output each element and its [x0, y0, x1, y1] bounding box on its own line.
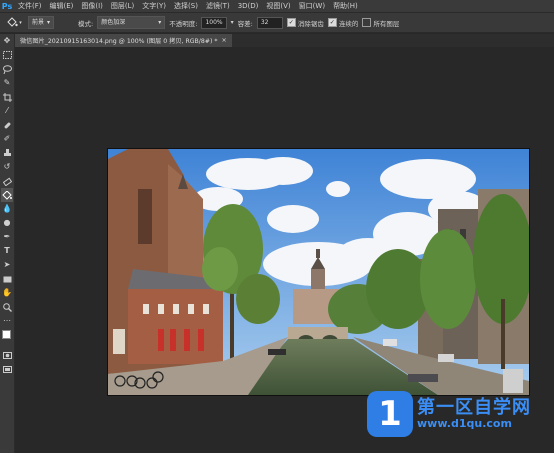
pen-tool-icon[interactable]: ✒: [1, 230, 13, 244]
tolerance-label: 容差:: [237, 19, 253, 28]
paint-bucket-tool-icon[interactable]: [1, 188, 13, 202]
marquee-tool-icon[interactable]: [1, 48, 13, 62]
all-layers-checkbox[interactable]: [362, 18, 372, 27]
quick-mask-icon[interactable]: [1, 348, 13, 362]
menu-edit[interactable]: 编辑(E): [46, 1, 78, 11]
path-selection-tool-icon[interactable]: ➤: [1, 258, 13, 272]
fill-source-select[interactable]: 前景 ▾: [28, 16, 55, 29]
menu-select[interactable]: 选择(S): [170, 1, 202, 11]
menu-type[interactable]: 文字(Y): [138, 1, 170, 11]
clone-stamp-tool-icon[interactable]: [1, 146, 13, 160]
antialias-option[interactable]: ✓ 消除锯齿: [286, 18, 324, 28]
menu-image[interactable]: 图像(I): [77, 1, 107, 11]
amsterdam-canal-photo: [108, 149, 529, 395]
menu-file[interactable]: 文件(F): [14, 1, 46, 11]
history-brush-tool-icon[interactable]: ↺: [1, 160, 13, 174]
document-tab-title: 微信图片_20210915163014.png @ 100% (图层 0 拷贝,…: [20, 38, 218, 45]
blend-mode-value: 颜色加深: [101, 19, 126, 26]
document-tab[interactable]: 微信图片_20210915163014.png @ 100% (图层 0 拷贝,…: [15, 34, 232, 47]
rectangle-tool-icon[interactable]: [1, 272, 13, 286]
contiguous-label: 连续的: [338, 19, 359, 28]
options-bar: ▾ 前景 ▾ 模式: 颜色加深 ▾ 不透明度: 100% ▾ 容差: 32 ✓ …: [0, 12, 554, 33]
chevron-down-icon[interactable]: ▾: [231, 19, 234, 26]
crop-tool-icon[interactable]: [1, 90, 13, 104]
quick-selection-tool-icon[interactable]: ✎: [1, 76, 13, 90]
more-tools-icon[interactable]: ⋯: [1, 314, 13, 328]
screen-mode-icon[interactable]: [1, 362, 13, 376]
paint-bucket-tool-preset-icon[interactable]: ▾: [4, 16, 24, 30]
menu-3d[interactable]: 3D(D): [234, 2, 263, 10]
watermark: 1 第一区自学网 www.d1qu.com: [367, 391, 531, 437]
opacity-input[interactable]: 100%: [201, 16, 227, 29]
menu-view[interactable]: 视图(V): [262, 1, 294, 11]
photoshop-logo: Ps: [1, 1, 13, 11]
eraser-tool-icon[interactable]: [1, 174, 13, 188]
menu-filter[interactable]: 滤镜(T): [202, 1, 234, 11]
watermark-logo-icon: 1: [367, 391, 413, 437]
menu-help[interactable]: 帮助(H): [329, 1, 362, 11]
watermark-url: www.d1qu.com: [417, 416, 512, 430]
blur-tool-icon[interactable]: 💧: [1, 202, 13, 216]
dodge-tool-icon[interactable]: ●: [1, 216, 13, 230]
antialias-checkbox[interactable]: ✓: [286, 18, 296, 27]
document-tab-bar: 微信图片_20210915163014.png @ 100% (图层 0 拷贝,…: [15, 34, 554, 47]
tolerance-input[interactable]: 32: [256, 16, 283, 29]
color-swatches[interactable]: [1, 328, 14, 348]
chevron-down-icon: ▾: [158, 19, 162, 26]
menu-window[interactable]: 窗口(W): [295, 1, 329, 11]
close-icon[interactable]: ×: [221, 37, 226, 44]
eyedropper-tool-icon[interactable]: ⁄: [1, 104, 13, 118]
move-tool-icon[interactable]: ✥: [1, 34, 13, 48]
zoom-tool-icon[interactable]: [1, 300, 13, 314]
opacity-label: 不透明度:: [169, 19, 198, 28]
antialias-label: 消除锯齿: [297, 19, 324, 28]
contiguous-option[interactable]: ✓ 连续的: [327, 18, 359, 28]
watermark-title: 第一区自学网: [417, 397, 531, 419]
tools-panel: ✥ ✎ ⁄ ✐ ↺ 💧 ● ✒ T ➤ ✋ ⋯: [0, 34, 15, 453]
menu-layer[interactable]: 图层(L): [107, 1, 138, 11]
healing-brush-tool-icon[interactable]: [1, 118, 13, 132]
document-image[interactable]: [107, 148, 530, 396]
fill-source-value: 前景: [32, 19, 45, 26]
contiguous-checkbox[interactable]: ✓: [327, 18, 337, 27]
all-layers-option[interactable]: 所有图层: [362, 18, 399, 28]
lasso-tool-icon[interactable]: [1, 62, 13, 76]
mode-label: 模式:: [78, 19, 94, 28]
blend-mode-select[interactable]: 颜色加深 ▾: [97, 16, 166, 29]
foreground-color-swatch[interactable]: [2, 330, 11, 339]
type-tool-icon[interactable]: T: [1, 244, 13, 258]
brush-tool-icon[interactable]: ✐: [1, 132, 13, 146]
all-layers-label: 所有图层: [373, 19, 400, 28]
hand-tool-icon[interactable]: ✋: [1, 286, 13, 300]
menu-bar: Ps 文件(F) 编辑(E) 图像(I) 图层(L) 文字(Y) 选择(S) 滤…: [0, 0, 554, 12]
chevron-down-icon: ▾: [47, 19, 51, 26]
